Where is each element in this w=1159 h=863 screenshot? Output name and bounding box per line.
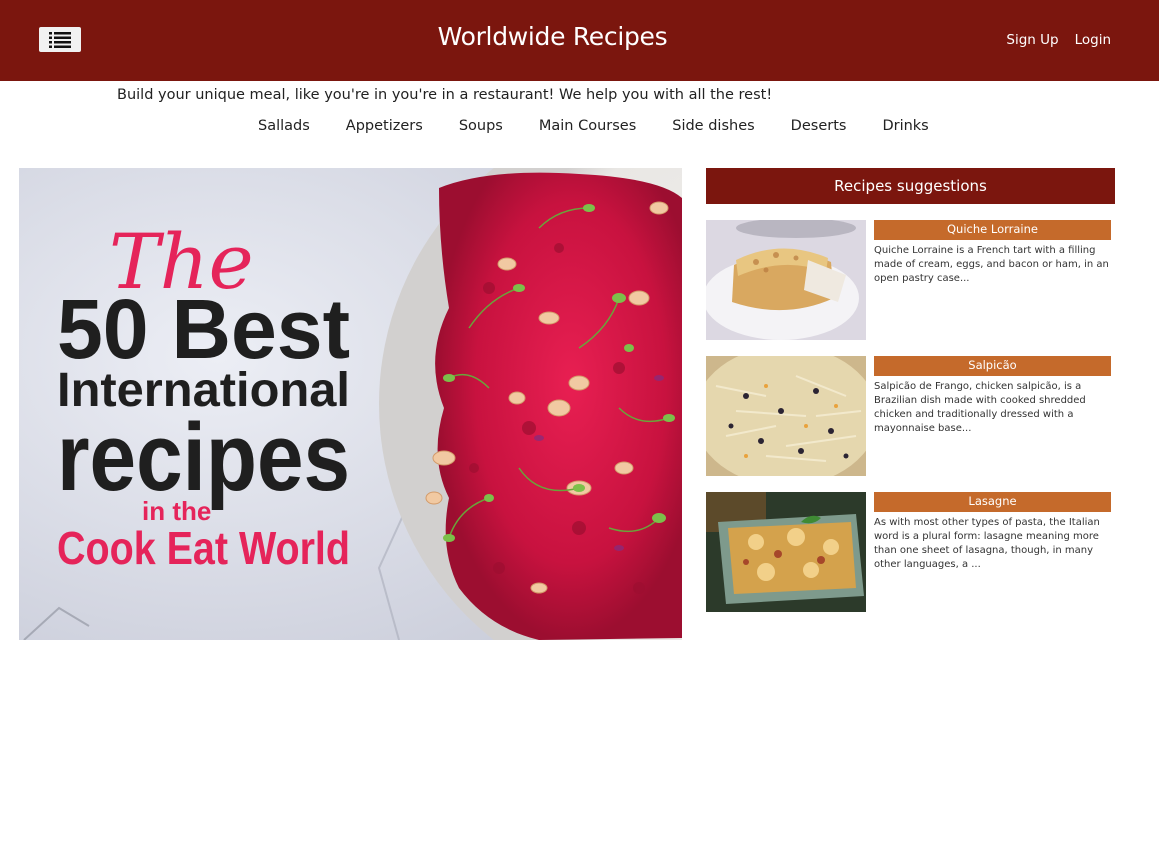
category-link-deserts[interactable]: Deserts xyxy=(791,118,847,134)
login-link[interactable]: Login xyxy=(1075,32,1111,48)
recipe-card-salpicao[interactable]: Salpicão Salpicão de Frango, chicken sal… xyxy=(706,356,1115,476)
top-navbar: Worldwide Recipes Sign Up Login xyxy=(0,0,1159,81)
recipe-title-quiche-lorraine[interactable]: Quiche Lorraine xyxy=(874,220,1111,240)
category-link-soups[interactable]: Soups xyxy=(459,118,503,134)
site-title: Worldwide Recipes xyxy=(437,22,668,51)
hero-banner[interactable]: The 50 Best International recipes in the… xyxy=(19,168,682,640)
auth-links: Sign Up Login xyxy=(1006,32,1111,48)
recipe-title-salpicao[interactable]: Salpicão xyxy=(874,356,1111,376)
tagline: Build your unique meal, like you're in y… xyxy=(117,87,773,103)
hero-line-50-best: 50 Best xyxy=(57,282,350,376)
category-link-sallads[interactable]: Sallads xyxy=(258,118,310,134)
recipe-description: Quiche Lorraine is a French tart with a … xyxy=(874,245,1109,284)
hero-line-cook-eat-world: Cook Eat World xyxy=(57,522,350,574)
category-nav: Sallads Appetizers Soups Main Courses Si… xyxy=(258,118,929,134)
category-link-drinks[interactable]: Drinks xyxy=(882,118,928,134)
recipe-image-quiche[interactable] xyxy=(706,220,866,340)
recipe-card-lasagne[interactable]: Lasagne As with most other types of past… xyxy=(706,492,1115,612)
recipe-description: Salpicão de Frango, chicken salpicão, is… xyxy=(874,381,1086,434)
suggestions-header: Recipes suggestions xyxy=(706,168,1115,204)
recipe-image-lasagne[interactable] xyxy=(706,492,866,612)
recipe-description: As with most other types of pasta, the I… xyxy=(874,517,1100,570)
category-link-appetizers[interactable]: Appetizers xyxy=(346,118,423,134)
hero-line-recipes: recipes xyxy=(57,404,350,511)
recipe-card-quiche-lorraine[interactable]: Quiche Lorraine Quiche Lorraine is a Fre… xyxy=(706,220,1115,340)
sign-up-link[interactable]: Sign Up xyxy=(1006,32,1058,48)
recipe-image-salpicao[interactable] xyxy=(706,356,866,476)
category-link-main-courses[interactable]: Main Courses xyxy=(539,118,636,134)
hero-title: The 50 Best International recipes in the… xyxy=(57,217,350,574)
category-link-side-dishes[interactable]: Side dishes xyxy=(672,118,754,134)
recipe-title-lasagne[interactable]: Lasagne xyxy=(874,492,1111,512)
